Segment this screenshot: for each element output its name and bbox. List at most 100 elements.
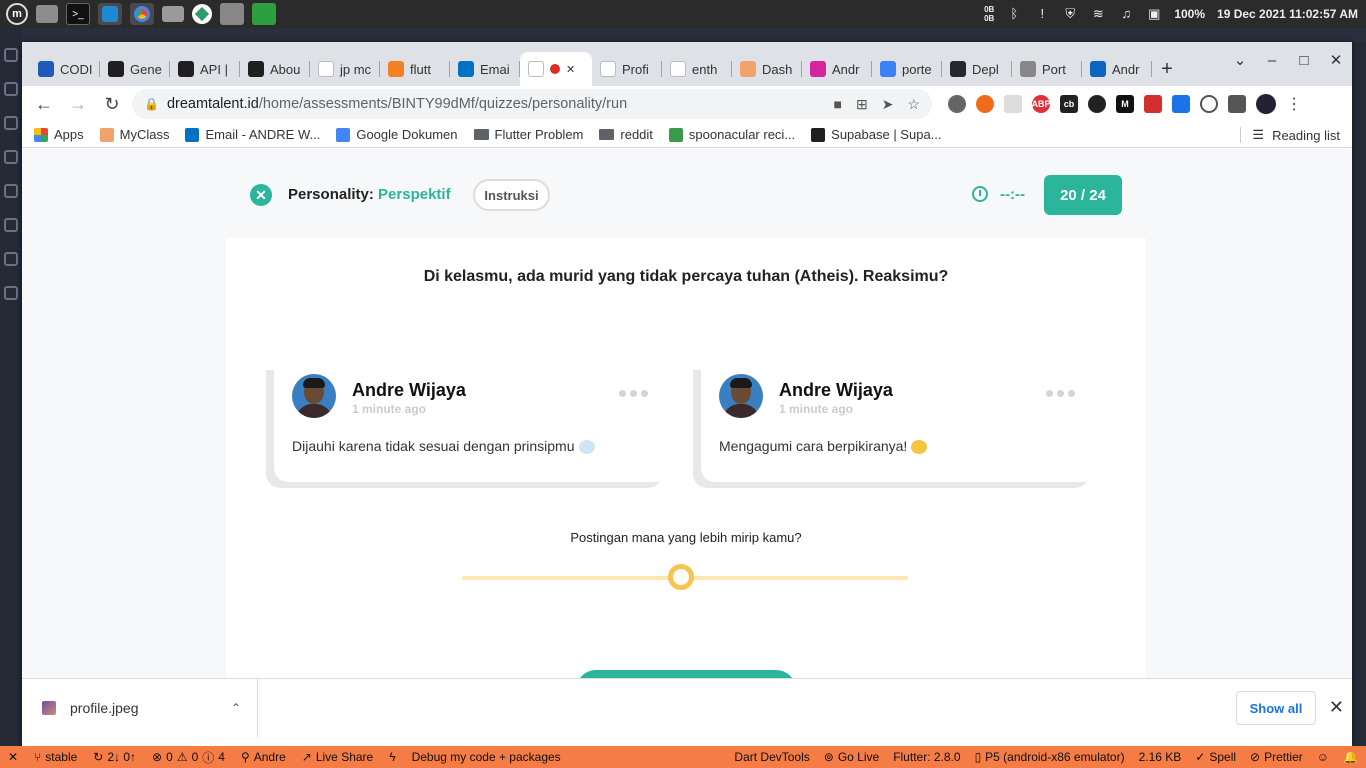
installer-app-icon[interactable] [220, 3, 244, 25]
send-icon[interactable]: ➤ [882, 96, 894, 113]
more-options-icon[interactable] [619, 390, 648, 397]
post-card-right[interactable]: Andre Wijaya 1 minute ago Mengagumi cara… [701, 364, 1097, 482]
explorer-icon[interactable] [4, 48, 18, 62]
browser-tab[interactable]: Depl [942, 52, 1012, 86]
bookmark-item[interactable]: MyClass [99, 127, 169, 142]
cb-extension-icon[interactable]: cb [1060, 95, 1078, 113]
next-button[interactable] [576, 670, 796, 678]
instructions-button[interactable]: Instruksi [473, 179, 550, 211]
clipboard-icon[interactable]: ▣ [1146, 7, 1162, 21]
notification-icon[interactable]: ! [1034, 7, 1050, 21]
browser-tab[interactable]: Gene [100, 52, 170, 86]
browser-tab[interactable]: Profi [592, 52, 662, 86]
source-control-icon[interactable] [4, 116, 18, 130]
forward-button[interactable]: → [64, 90, 92, 118]
browser-tab[interactable]: CODI [30, 52, 100, 86]
reload-button[interactable]: ↻ [98, 90, 126, 118]
browser-tab[interactable]: flutt [380, 52, 450, 86]
menu-kebab-icon[interactable]: ⋮ [1286, 94, 1302, 114]
bookmark-item[interactable]: spoonacular reci... [668, 127, 795, 142]
browser-tab[interactable]: API | [170, 52, 240, 86]
shield-icon[interactable]: ⛨ [1062, 7, 1078, 21]
browser-tab[interactable]: Port [1012, 52, 1082, 86]
browser-tab[interactable]: porte [872, 52, 942, 86]
adblock-icon[interactable]: ABP [1032, 95, 1051, 113]
mint-menu-icon[interactable]: m [6, 3, 28, 25]
profile-avatar[interactable] [1256, 94, 1276, 114]
flutter-version[interactable]: Flutter: 2.8.0 [893, 750, 960, 764]
folder-app-icon[interactable] [162, 6, 184, 22]
new-tab-button[interactable]: + [1152, 52, 1182, 86]
browser-tab[interactable]: ✕ [520, 52, 592, 86]
music-icon[interactable]: ♫ [1118, 7, 1134, 21]
database-icon[interactable] [4, 286, 18, 300]
problems-indicator[interactable]: ⊗ 0 ⚠ 0 ⓘ 4 [152, 749, 225, 766]
vscode-icon[interactable] [98, 3, 122, 25]
translate-icon[interactable]: ⊞ [856, 96, 868, 113]
minimize-button[interactable]: – [1256, 46, 1288, 74]
live-share[interactable]: ↗ Live Share [302, 750, 373, 764]
terminal-icon[interactable]: >_ [66, 3, 90, 25]
lock-icon[interactable]: 🔒 [144, 97, 159, 111]
tab-search-icon[interactable]: ⌄ [1224, 46, 1256, 74]
dart-devtools[interactable]: Dart DevTools [734, 750, 809, 764]
thumbs-extension-icon[interactable] [1144, 95, 1162, 113]
preference-slider[interactable] [462, 564, 908, 590]
bookmark-item[interactable]: reddit [599, 127, 653, 142]
testing-icon[interactable] [4, 252, 18, 266]
bookmark-item[interactable]: Flutter Problem [473, 127, 583, 142]
browser-tab[interactable]: enth [662, 52, 732, 86]
colorzilla-icon[interactable] [1172, 95, 1190, 113]
post-card-left[interactable]: Andre Wijaya 1 minute ago Dijauhi karena… [274, 364, 670, 482]
bell-icon[interactable]: 🔔 [1343, 750, 1358, 764]
network-app-icon[interactable] [192, 4, 212, 24]
browser-tab[interactable]: Dash [732, 52, 802, 86]
remote-indicator[interactable]: ✕ [8, 750, 18, 764]
grid-extension-icon[interactable] [1004, 95, 1022, 113]
address-bar[interactable]: 🔒 dreamtalent.id/home/assessments/BINTY9… [132, 89, 932, 119]
debug-icon[interactable] [4, 184, 18, 198]
code-extension-icon[interactable] [1200, 95, 1218, 113]
clock[interactable]: 19 Dec 2021 11:02:57 AM [1217, 7, 1358, 21]
camera-blocked-icon[interactable]: ■ [834, 96, 842, 113]
remote-icon[interactable] [4, 218, 18, 232]
line-extension-icon[interactable] [948, 95, 966, 113]
search-icon[interactable] [4, 82, 18, 96]
bookmark-star-icon[interactable]: ☆ [907, 96, 920, 113]
bookmark-item[interactable]: Email - ANDRE W... [185, 127, 320, 142]
bookmark-item[interactable]: Supabase | Supa... [811, 127, 942, 142]
debug-config[interactable]: ϟ Debug my code + packages [389, 750, 560, 764]
prettier[interactable]: ⊘ Prettier [1250, 750, 1303, 764]
maximize-button[interactable]: □ [1288, 46, 1320, 74]
browser-tab[interactable]: jp mc [310, 52, 380, 86]
more-options-icon[interactable] [1046, 390, 1075, 397]
reading-list[interactable]: ☰ Reading list [1240, 127, 1340, 143]
chevron-up-icon[interactable]: ⌃ [231, 701, 241, 715]
spell-check[interactable]: ✓ Spell [1195, 750, 1236, 764]
back-button[interactable]: ← [30, 90, 58, 118]
show-all-button[interactable]: Show all [1236, 691, 1316, 725]
close-quiz-icon[interactable]: ✕ [250, 184, 272, 206]
browser-tab[interactable]: Andr [1082, 52, 1152, 86]
go-live[interactable]: ⊚ Go Live [824, 750, 879, 764]
wifi-icon[interactable]: ≋ [1090, 7, 1106, 21]
slider-thumb[interactable] [667, 564, 694, 590]
close-tab-icon[interactable]: ✕ [566, 63, 575, 76]
close-downloads-icon[interactable]: ✕ [1329, 697, 1344, 718]
fire-extension-icon[interactable] [976, 95, 994, 113]
shield-app-icon[interactable] [252, 3, 276, 25]
bookmark-item[interactable]: Apps [34, 127, 84, 142]
browser-tab[interactable]: Andr [802, 52, 872, 86]
close-window-button[interactable]: ✕ [1320, 46, 1352, 74]
git-branch[interactable]: ⑂ stable [34, 750, 77, 764]
extensions-puzzle-icon[interactable] [1228, 95, 1246, 113]
github-extension-icon[interactable] [1088, 95, 1106, 113]
bookmark-item[interactable]: Google Dokumen [336, 127, 458, 142]
feedback-icon[interactable]: ☺ [1317, 750, 1329, 764]
bluetooth-icon[interactable]: ᛒ [1006, 7, 1022, 21]
chrome-icon[interactable] [130, 3, 154, 25]
download-item[interactable]: profile.jpeg ⌃ [22, 678, 258, 737]
user-indicator[interactable]: ⚲ Andre [241, 750, 286, 764]
files-app-icon[interactable] [36, 5, 58, 23]
browser-tab[interactable]: Emai [450, 52, 520, 86]
